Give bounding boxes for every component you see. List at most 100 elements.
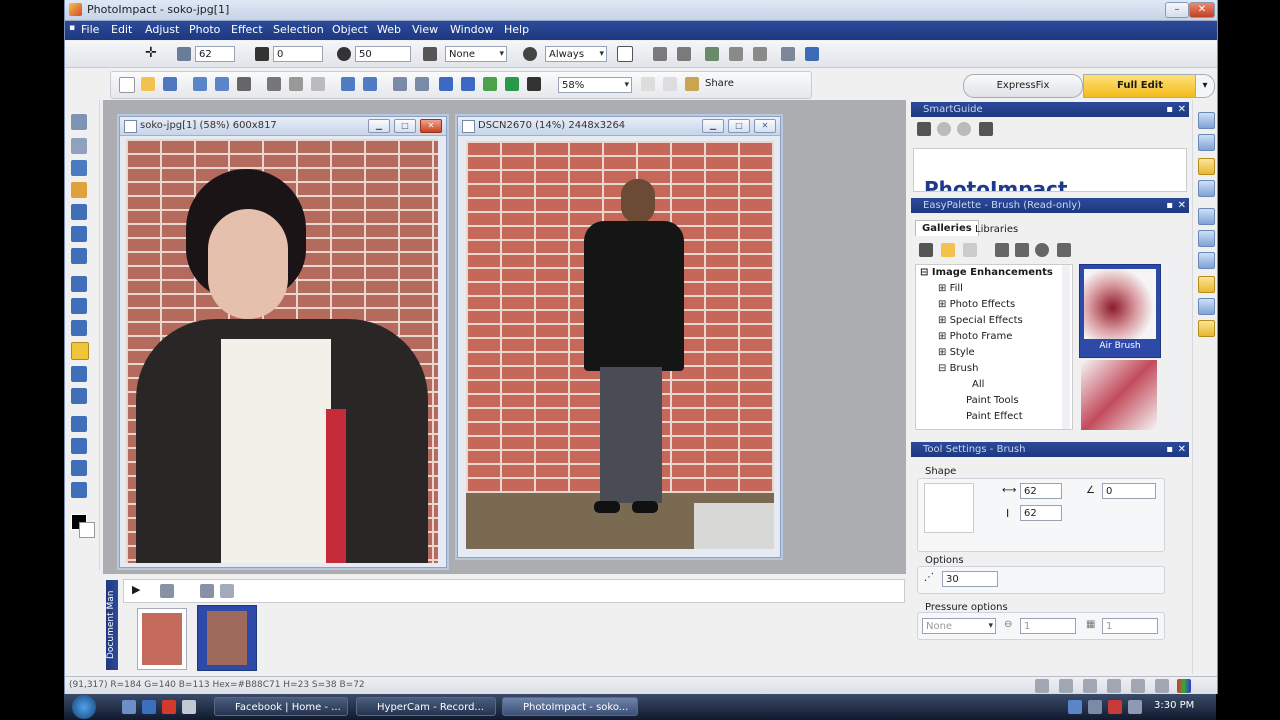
magic-wand-icon[interactable] xyxy=(71,182,87,198)
panel-easypalette-icon[interactable] xyxy=(1198,158,1215,175)
zoom-in-icon[interactable] xyxy=(641,77,655,91)
quicklaunch-ie-icon[interactable] xyxy=(142,700,156,714)
tree-item-image-enhancements[interactable]: ⊟ Image Enhancements xyxy=(920,267,1053,278)
size-input[interactable]: 62 xyxy=(195,46,235,62)
gallery-options-icon[interactable] xyxy=(1057,243,1071,257)
window-icon[interactable] xyxy=(220,584,234,598)
doc-minimize-button[interactable]: ▁ xyxy=(702,119,724,133)
gallery-view-icon[interactable] xyxy=(995,243,1009,257)
menu-edit[interactable]: Edit xyxy=(111,23,132,36)
zoom-tool-icon[interactable] xyxy=(71,416,87,432)
print-icon[interactable] xyxy=(215,77,229,91)
options-input[interactable]: 30 xyxy=(942,571,998,587)
text-tool-icon[interactable] xyxy=(71,204,87,220)
menu-window[interactable]: Window xyxy=(450,23,493,36)
doc-minimize-button[interactable]: ▁ xyxy=(368,119,390,133)
tree-item-photo-frame[interactable]: ⊞ Photo Frame xyxy=(938,331,1012,342)
tree-item-all[interactable]: All xyxy=(972,379,984,390)
tree-item-special-effects[interactable]: ⊞ Special Effects xyxy=(938,315,1023,326)
pick-tool-icon[interactable] xyxy=(71,114,87,130)
menu-help[interactable]: Help xyxy=(504,23,529,36)
share-label[interactable]: Share xyxy=(705,78,734,89)
sort-icon[interactable] xyxy=(160,584,174,598)
doc-restore-button[interactable]: □ xyxy=(394,119,416,133)
smudge-icon[interactable] xyxy=(753,47,767,61)
mode-dropdown[interactable]: None xyxy=(445,46,507,62)
brush-option-icon[interactable] xyxy=(653,47,667,61)
tab-libraries[interactable]: Libraries xyxy=(971,222,1022,237)
open-icon[interactable] xyxy=(141,77,155,91)
paste-icon[interactable] xyxy=(311,77,325,91)
fill-tool-icon[interactable] xyxy=(71,366,87,382)
share-icon[interactable] xyxy=(685,77,699,91)
redeye-tool-icon[interactable] xyxy=(71,276,87,292)
task-photoimpact[interactable]: PhotoImpact - soko... xyxy=(502,697,638,716)
pressure-b-input[interactable]: 1 xyxy=(1102,618,1158,634)
quicklaunch-pdf-icon[interactable] xyxy=(162,700,176,714)
task-facebook[interactable]: Facebook | Home - ... xyxy=(214,697,348,716)
globe-icon[interactable] xyxy=(505,77,519,91)
panel-quick-command-icon[interactable] xyxy=(1198,180,1215,197)
menu-file[interactable]: File xyxy=(81,23,99,36)
menu-web[interactable]: Web xyxy=(377,23,401,36)
web-icon[interactable] xyxy=(483,77,497,91)
gallery-thumbs-icon[interactable] xyxy=(1015,243,1029,257)
crop-icon[interactable] xyxy=(393,77,407,91)
close-button[interactable]: ✕ xyxy=(1189,2,1215,18)
menu-selection[interactable]: Selection xyxy=(273,23,324,36)
tree-item-paint-tools[interactable]: Paint Tools xyxy=(966,395,1019,406)
panel-toggle-icon[interactable] xyxy=(805,47,819,61)
tray-misc-icon[interactable] xyxy=(1128,700,1142,714)
gallery-add-icon[interactable] xyxy=(963,243,977,257)
tab-galleries[interactable]: Galleries xyxy=(915,220,979,236)
eyedropper-tool-icon[interactable] xyxy=(71,438,87,454)
preset-icon[interactable] xyxy=(781,47,795,61)
gallery-home-icon[interactable] xyxy=(919,243,933,257)
pin-icon[interactable]: ▪ xyxy=(1166,102,1173,117)
view-icon[interactable] xyxy=(439,77,453,91)
brush-thumb-airbrush[interactable]: Air Brush xyxy=(1079,264,1161,358)
tree-item-paint-effect[interactable]: Paint Effect xyxy=(966,411,1023,422)
document-window-dscn2670[interactable]: DSCN2670 (14%) 2448x3264 ▁ □ ✕ xyxy=(457,116,781,558)
tab-dropdown-arrow[interactable]: ▾ xyxy=(1195,74,1215,98)
tree-item-photo-effects[interactable]: ⊞ Photo Effects xyxy=(938,299,1015,310)
brush-option2-icon[interactable] xyxy=(677,47,691,61)
quicklaunch-app-icon[interactable] xyxy=(182,700,196,714)
menu-object[interactable]: Object xyxy=(332,23,368,36)
shape-tool-icon[interactable] xyxy=(71,482,87,498)
home-icon[interactable] xyxy=(917,122,931,136)
status-icon-5[interactable] xyxy=(1131,679,1145,693)
album-icon[interactable] xyxy=(527,77,541,91)
clock[interactable]: 3:30 PM xyxy=(1154,700,1194,711)
resize-icon[interactable] xyxy=(415,77,429,91)
camera-icon[interactable] xyxy=(237,77,251,91)
tree-scrollbar[interactable] xyxy=(1062,265,1070,429)
forward-icon[interactable] xyxy=(957,122,971,136)
panel-info-icon[interactable] xyxy=(1198,276,1215,293)
doc-close-button[interactable]: ✕ xyxy=(420,119,442,133)
panel-layer-icon[interactable] xyxy=(1198,134,1215,151)
close-icon[interactable]: ✕ xyxy=(1178,102,1186,117)
zoom-out-icon[interactable] xyxy=(663,77,677,91)
panel-smartguide-icon[interactable] xyxy=(1198,112,1215,129)
status-icon-1[interactable] xyxy=(1035,679,1049,693)
status-icon-3[interactable] xyxy=(1083,679,1097,693)
path-tool-icon[interactable] xyxy=(71,460,87,476)
paint-brush-tool-icon[interactable] xyxy=(71,342,89,360)
eraser-tool-icon[interactable] xyxy=(71,388,87,404)
menu-effect[interactable]: Effect xyxy=(231,23,263,36)
print-guide-icon[interactable] xyxy=(979,122,993,136)
quicklaunch-desktop-icon[interactable] xyxy=(122,700,136,714)
color-mode-icon[interactable] xyxy=(1177,679,1191,693)
close-icon[interactable]: ✕ xyxy=(1178,442,1186,457)
clone-icon[interactable] xyxy=(729,47,743,61)
transform-tool-icon[interactable] xyxy=(71,248,87,264)
redo-icon[interactable] xyxy=(363,77,377,91)
panel-brush-icon[interactable] xyxy=(1198,320,1215,337)
tray-volume-icon[interactable] xyxy=(1088,700,1102,714)
background-color-swatch[interactable] xyxy=(79,522,95,538)
copy-icon[interactable] xyxy=(289,77,303,91)
status-icon-2[interactable] xyxy=(1059,679,1073,693)
properties-icon[interactable] xyxy=(200,584,214,598)
tray-record-icon[interactable] xyxy=(1108,700,1122,714)
